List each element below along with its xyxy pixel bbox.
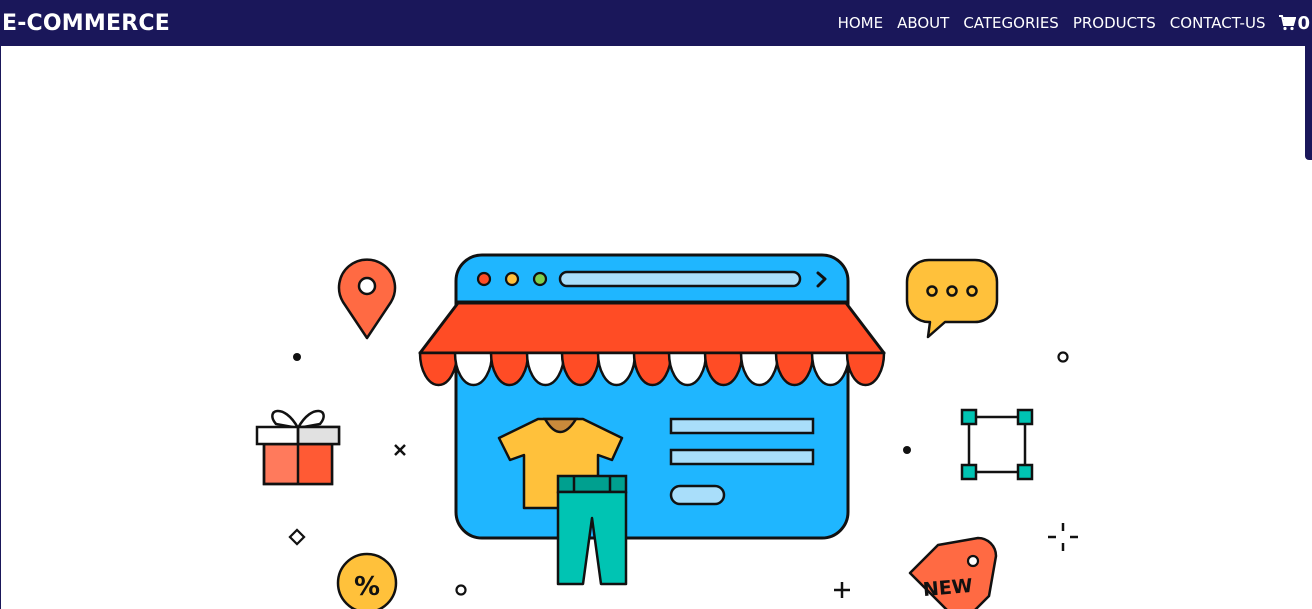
cart-count: 0 (1297, 12, 1310, 34)
new-price-tag-icon: NEW (908, 536, 998, 609)
window-dot-yellow (504, 271, 520, 287)
nav-link-home[interactable]: HOME (838, 14, 884, 32)
dot-decoration (293, 353, 301, 361)
nav-link-contact-us[interactable]: CONTACT-US (1170, 14, 1266, 32)
cart-button[interactable]: 0 (1279, 13, 1310, 34)
nav-link-products[interactable]: PRODUCTS (1073, 14, 1156, 32)
diamond-decoration (288, 528, 306, 546)
content-line (669, 448, 815, 466)
discount-badge-icon: % (336, 552, 398, 609)
sparkle-decoration (1048, 523, 1078, 551)
content-button-shape (669, 484, 726, 506)
svg-text:NEW: NEW (922, 575, 974, 601)
location-pin-icon (337, 258, 397, 340)
plus-decoration (834, 582, 850, 598)
nav-link-about[interactable]: ABOUT (897, 14, 949, 32)
ring-decoration (1057, 351, 1069, 363)
gift-box-icon (255, 409, 341, 486)
cross-decoration (394, 444, 406, 456)
svg-text:%: % (354, 572, 380, 602)
chat-bubble-icon (905, 258, 999, 339)
content-line (669, 417, 815, 435)
top-navbar: E-COMMERCE HOME ABOUT CATEGORIES PRODUCT… (0, 0, 1312, 46)
nav-links: HOME ABOUT CATEGORIES PRODUCTS CONTACT-U… (838, 13, 1312, 34)
nav-link-categories[interactable]: CATEGORIES (963, 14, 1059, 32)
hero-illustration: % NEW (255, 253, 1078, 609)
storefront-window (418, 253, 886, 586)
selection-frame-icon (960, 408, 1034, 481)
address-bar (558, 270, 802, 288)
window-dot-green (532, 271, 548, 287)
ring-decoration (455, 584, 467, 596)
window-dot-red (476, 271, 492, 287)
dot-decoration (903, 446, 911, 454)
shopping-cart-icon (1279, 15, 1297, 31)
brand-logo[interactable]: E-COMMERCE (0, 11, 170, 36)
